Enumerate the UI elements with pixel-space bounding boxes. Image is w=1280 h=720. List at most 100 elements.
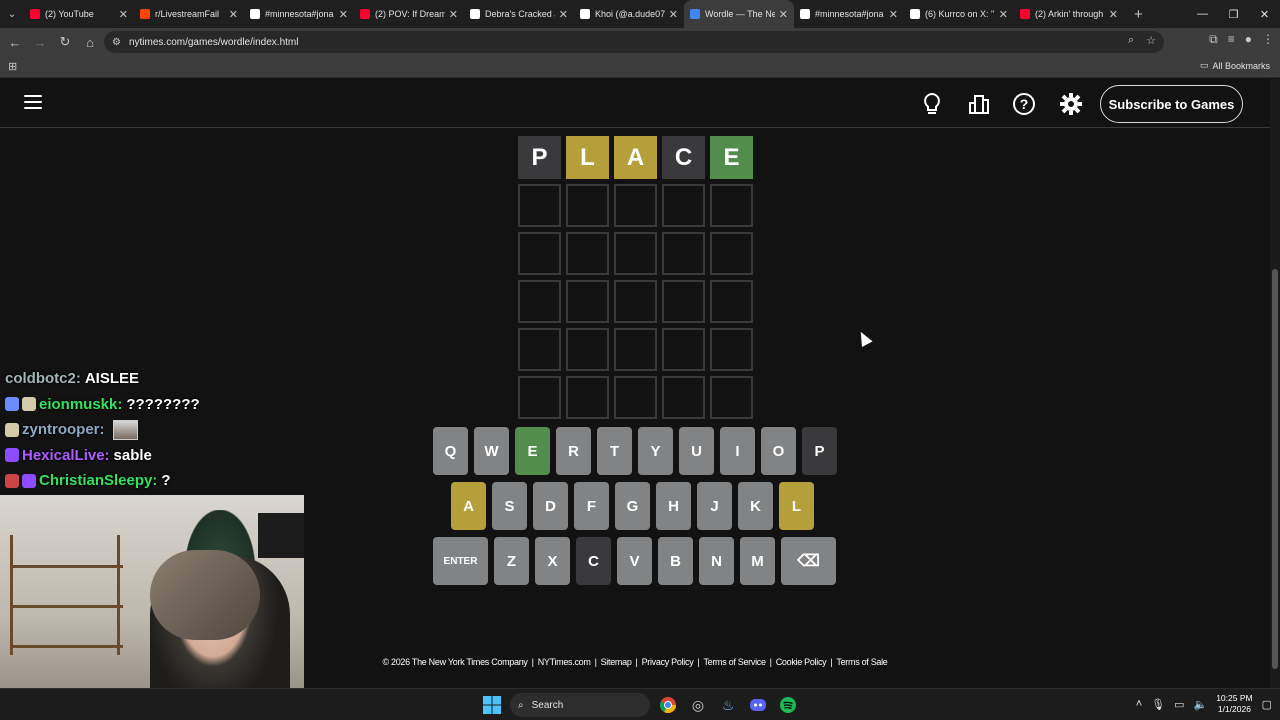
tab-close-icon[interactable]: ✕ bbox=[559, 8, 568, 21]
key-a[interactable]: A bbox=[451, 482, 486, 530]
tab-close-icon[interactable]: ✕ bbox=[119, 8, 128, 21]
browser-tab[interactable]: #minnesota#jona ✕ bbox=[244, 0, 354, 28]
webcam-person-hair bbox=[150, 550, 260, 640]
scrollbar-thumb[interactable] bbox=[1272, 269, 1278, 669]
tab-search-chevron-icon[interactable]: ⌄ bbox=[0, 0, 24, 28]
discord-icon[interactable] bbox=[746, 693, 770, 717]
browser-tab[interactable]: Debra's Cracked J ✕ bbox=[464, 0, 574, 28]
network-icon[interactable]: ▭ bbox=[1174, 698, 1184, 711]
hint-bulb-icon[interactable] bbox=[920, 92, 944, 116]
help-icon[interactable]: ? bbox=[1012, 92, 1036, 116]
key-u[interactable]: U bbox=[679, 427, 714, 475]
browser-tab[interactable]: Wordle — The Ne ✕ bbox=[684, 0, 794, 28]
key-i[interactable]: I bbox=[720, 427, 755, 475]
tab-close-icon[interactable]: ✕ bbox=[999, 8, 1008, 21]
tab-close-icon[interactable]: ✕ bbox=[779, 8, 788, 21]
site-info-icon[interactable]: ⚙ bbox=[112, 37, 121, 48]
reload-icon[interactable]: ↻ bbox=[53, 30, 77, 54]
new-tab-icon[interactable]: + bbox=[1134, 6, 1143, 23]
key-s[interactable]: S bbox=[492, 482, 527, 530]
footer-link[interactable]: Sitemap bbox=[597, 657, 636, 667]
game-board: PLACE bbox=[518, 136, 753, 419]
zoom-icon[interactable]: ⌕ bbox=[1128, 34, 1134, 47]
back-icon[interactable]: ← bbox=[3, 30, 27, 54]
spotify-icon[interactable] bbox=[776, 693, 800, 717]
app-icon[interactable]: ◎ bbox=[686, 693, 710, 717]
clock[interactable]: 10:25 PM 1/1/2026 bbox=[1216, 693, 1252, 715]
hamburger-menu-icon[interactable] bbox=[24, 95, 42, 109]
key-x[interactable]: X bbox=[535, 537, 570, 585]
settings-gear-icon[interactable] bbox=[1059, 92, 1083, 116]
browser-tab[interactable]: (2) POV: If Dream ✕ bbox=[354, 0, 464, 28]
minimize-icon[interactable]: — bbox=[1187, 0, 1218, 28]
key-b[interactable]: B bbox=[658, 537, 693, 585]
url-text[interactable]: nytimes.com/games/wordle/index.html bbox=[129, 37, 299, 48]
omnibox[interactable]: ⚙ nytimes.com/games/wordle/index.html ⌕ … bbox=[104, 31, 1164, 53]
footer-link[interactable]: Cookie Policy bbox=[772, 657, 831, 667]
footer-link[interactable]: NYTimes.com bbox=[534, 657, 595, 667]
forward-icon[interactable]: → bbox=[28, 30, 52, 54]
page-scrollbar[interactable] bbox=[1270, 79, 1280, 688]
key-l[interactable]: L bbox=[779, 482, 814, 530]
tab-close-icon[interactable]: ✕ bbox=[669, 8, 678, 21]
tray-overflow-icon[interactable]: ˄ bbox=[1136, 698, 1142, 710]
tab-close-icon[interactable]: ✕ bbox=[449, 8, 458, 21]
taskbar-search[interactable]: ⌕ Search bbox=[510, 693, 650, 717]
key-w[interactable]: W bbox=[474, 427, 509, 475]
key-v[interactable]: V bbox=[617, 537, 652, 585]
key-o[interactable]: O bbox=[761, 427, 796, 475]
browser-menu-icon[interactable]: ⋮ bbox=[1262, 32, 1274, 47]
apps-grid-icon[interactable]: ⊞ bbox=[8, 60, 17, 73]
key-k[interactable]: K bbox=[738, 482, 773, 530]
key-e[interactable]: E bbox=[515, 427, 550, 475]
home-icon[interactable]: ⌂ bbox=[78, 30, 102, 54]
board-tile bbox=[662, 184, 705, 227]
key-n[interactable]: N bbox=[699, 537, 734, 585]
browser-tab[interactable]: #minnesota#jona ✕ bbox=[794, 0, 904, 28]
browser-tab[interactable]: (2) YouTube ✕ bbox=[24, 0, 134, 28]
key-enter[interactable]: ENTER bbox=[433, 537, 488, 585]
key-z[interactable]: Z bbox=[494, 537, 529, 585]
key-c[interactable]: C bbox=[576, 537, 611, 585]
key-d[interactable]: D bbox=[533, 482, 568, 530]
key-j[interactable]: J bbox=[697, 482, 732, 530]
board-tile bbox=[614, 232, 657, 275]
tab-close-icon[interactable]: ✕ bbox=[889, 8, 898, 21]
key-h[interactable]: H bbox=[656, 482, 691, 530]
notifications-icon[interactable]: ▢ bbox=[1262, 698, 1272, 711]
microphone-icon[interactable]: 🎙 bbox=[1151, 698, 1165, 711]
statistics-icon[interactable] bbox=[967, 92, 991, 116]
subscribe-button[interactable]: Subscribe to Games bbox=[1100, 85, 1243, 123]
chat-message: eionmuskk:???????? bbox=[0, 392, 320, 418]
browser-tab[interactable]: r/LivestreamFail ✕ bbox=[134, 0, 244, 28]
footer-link[interactable]: Terms of Sale bbox=[832, 657, 891, 667]
key-f[interactable]: F bbox=[574, 482, 609, 530]
browser-tab[interactable]: (2) Arkin' through ✕ bbox=[1014, 0, 1124, 28]
key-g[interactable]: G bbox=[615, 482, 650, 530]
volume-icon[interactable]: 🔈 bbox=[1194, 698, 1208, 711]
browser-tab[interactable]: (6) Kurrco on X: " ✕ bbox=[904, 0, 1014, 28]
media-controls-icon[interactable]: ≡ bbox=[1228, 32, 1235, 47]
steam-icon[interactable]: ♨ bbox=[716, 693, 740, 717]
key-m[interactable]: M bbox=[740, 537, 775, 585]
tab-close-icon[interactable]: ✕ bbox=[339, 8, 348, 21]
browser-tab[interactable]: Khoi (@a.dude07 ✕ bbox=[574, 0, 684, 28]
tab-close-icon[interactable]: ✕ bbox=[229, 8, 238, 21]
backspace-icon[interactable]: ⌫ bbox=[781, 537, 836, 585]
footer-link[interactable]: Terms of Service bbox=[699, 657, 769, 667]
chrome-icon[interactable] bbox=[656, 693, 680, 717]
key-t[interactable]: T bbox=[597, 427, 632, 475]
key-q[interactable]: Q bbox=[433, 427, 468, 475]
all-bookmarks-button[interactable]: ▭ All Bookmarks bbox=[1200, 60, 1270, 71]
profile-avatar-icon[interactable]: ● bbox=[1245, 32, 1252, 47]
restore-icon[interactable]: ❐ bbox=[1218, 0, 1249, 28]
bookmark-star-icon[interactable]: ☆ bbox=[1146, 34, 1156, 47]
windows-start-icon[interactable] bbox=[480, 693, 504, 717]
tab-close-icon[interactable]: ✕ bbox=[1109, 8, 1118, 21]
footer-link[interactable]: Privacy Policy bbox=[638, 657, 698, 667]
extensions-icon[interactable]: ⧉ bbox=[1209, 32, 1218, 47]
key-r[interactable]: R bbox=[556, 427, 591, 475]
close-window-icon[interactable]: ✕ bbox=[1249, 0, 1280, 28]
key-y[interactable]: Y bbox=[638, 427, 673, 475]
key-p[interactable]: P bbox=[802, 427, 837, 475]
